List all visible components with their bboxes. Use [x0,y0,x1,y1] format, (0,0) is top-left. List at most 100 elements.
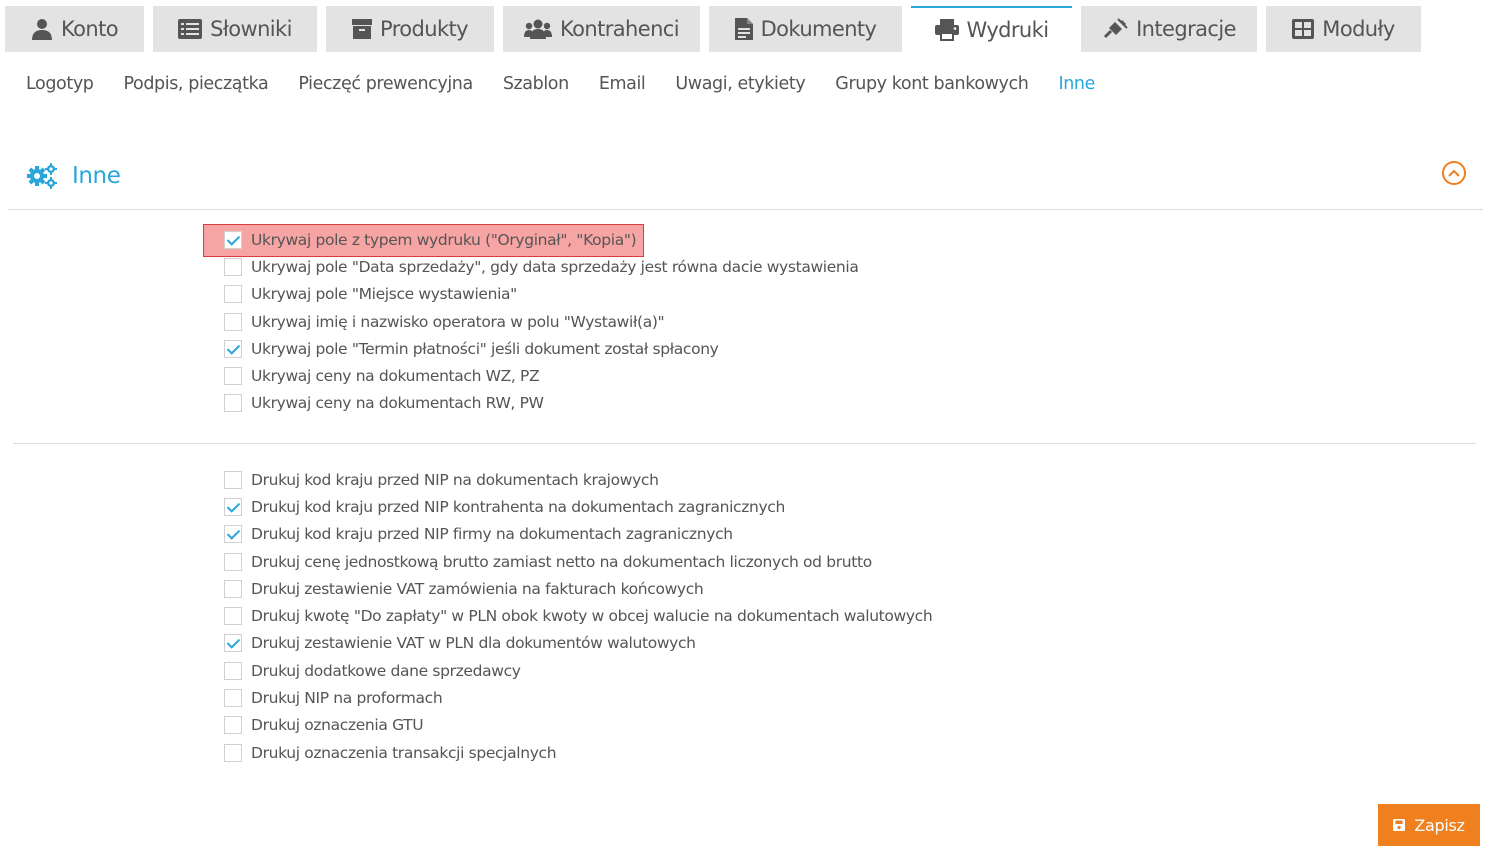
gears-icon [27,163,57,189]
sub-navigation: Logotyp Podpis, pieczątka Pieczęć prewen… [26,74,1125,102]
option-row[interactable]: Drukuj oznaczenia GTU [224,712,932,739]
tab-wydruki[interactable]: Wydruki [911,6,1072,52]
subnav-szablon[interactable]: Szablon [503,74,569,102]
subnav-email[interactable]: Email [599,74,646,102]
users-icon [524,19,553,39]
printer-icon [934,19,959,41]
option-label: Drukuj oznaczenia transakcji specjalnych [251,743,557,762]
option-row[interactable]: Ukrywaj pole z typem wydruku ("Oryginał"… [224,226,859,253]
option-label: Ukrywaj imię i nazwisko operatora w polu… [251,312,665,331]
option-row[interactable]: Drukuj NIP na proformach [224,684,932,711]
option-label: Drukuj kod kraju przed NIP firmy na doku… [251,525,733,544]
list-icon [178,19,203,39]
option-label: Ukrywaj ceny na dokumentach RW, PW [251,394,544,413]
subnav-logotyp[interactable]: Logotyp [26,74,94,102]
checkbox[interactable] [224,661,242,680]
checkbox[interactable] [224,716,242,735]
document-icon [734,18,753,40]
option-row[interactable]: Drukuj dodatkowe dane sprzedawcy [224,657,932,684]
tab-dokumenty[interactable]: Dokumenty [709,6,902,52]
option-label: Drukuj kwotę "Do zapłaty" w PLN obok kwo… [251,607,933,626]
checkbox[interactable] [224,285,242,304]
chevron-up-icon [1448,169,1460,177]
save-button-label: Zapisz [1414,815,1465,835]
checkbox[interactable] [224,634,242,653]
section-divider [8,209,1483,210]
option-row[interactable]: Drukuj kwotę "Do zapłaty" w PLN obok kwo… [224,602,933,629]
option-label: Drukuj oznaczenia GTU [251,716,424,735]
tab-label: Dokumenty [760,17,877,41]
subnav-grupy-kont-bankowych[interactable]: Grupy kont bankowych [835,74,1029,102]
option-label: Drukuj kod kraju przed NIP kontrahenta n… [251,497,785,516]
checkbox[interactable] [224,230,242,249]
checkbox[interactable] [224,525,242,544]
option-label: Ukrywaj pole "Data sprzedaży", gdy data … [251,257,859,276]
option-label: Ukrywaj pole "Miejsce wystawienia" [251,285,517,304]
tab-label: Kontrahenci [560,17,680,41]
option-row[interactable]: Drukuj kod kraju przed NIP kontrahenta n… [224,493,932,520]
checkbox[interactable] [224,607,242,626]
tab-konto[interactable]: Konto [5,6,144,52]
grid-icon [1292,19,1315,39]
floppy-icon [1393,819,1406,831]
option-label: Drukuj cenę jednostkową brutto zamiast n… [251,552,872,571]
option-label: Ukrywaj pole z typem wydruku ("Oryginał"… [251,230,637,249]
tab-kontrahenci[interactable]: Kontrahenci [503,6,700,52]
save-button[interactable]: Zapisz [1378,804,1480,846]
checkbox[interactable] [224,339,242,358]
option-row[interactable]: Drukuj cenę jednostkową brutto zamiast n… [224,548,932,575]
option-row[interactable]: Drukuj zestawienie VAT w PLN dla dokumen… [224,630,932,657]
checkbox[interactable] [224,394,242,413]
group-divider [13,443,1476,444]
subnav-inne[interactable]: Inne [1058,74,1095,102]
tab-slowniki[interactable]: Słowniki [153,6,317,52]
checkbox[interactable] [224,470,242,489]
options-group-hide: Ukrywaj pole z typem wydruku ("Oryginał"… [224,226,859,417]
checkbox[interactable] [224,497,242,516]
plug-icon [1104,18,1128,39]
user-icon [32,19,53,40]
option-label: Drukuj NIP na proformach [251,689,443,708]
subnav-podpis-pieczatka[interactable]: Podpis, pieczątka [124,74,269,102]
tab-label: Konto [61,17,119,41]
option-label: Ukrywaj ceny na dokumentach WZ, PZ [251,367,540,386]
checkbox[interactable] [224,689,242,708]
top-tabs: Konto Słowniki Produkty Kontrahenci Doku… [0,0,1507,54]
option-row[interactable]: Drukuj zestawienie VAT zamówienia na fak… [224,575,932,602]
option-row[interactable]: Ukrywaj pole "Miejsce wystawienia" [224,281,859,308]
tab-label: Wydruki [966,18,1050,42]
checkbox[interactable] [224,367,242,386]
checkbox[interactable] [224,552,242,571]
option-row[interactable]: Ukrywaj imię i nazwisko operatora w polu… [224,308,859,335]
option-row[interactable]: Ukrywaj pole "Termin płatności" jeśli do… [224,335,859,362]
option-row[interactable]: Ukrywaj pole "Data sprzedaży", gdy data … [224,253,859,280]
tab-label: Produkty [380,17,469,41]
tab-moduly[interactable]: Moduły [1266,6,1421,52]
option-row[interactable]: Drukuj oznaczenia transakcji specjalnych [224,739,932,766]
subnav-pieczec-prewencyjna[interactable]: Pieczęć prewencyjna [298,74,473,102]
collapse-button[interactable] [1442,161,1466,185]
tab-label: Słowniki [210,17,292,41]
tab-label: Integracje [1136,17,1236,41]
option-label: Drukuj dodatkowe dane sprzedawcy [251,661,521,680]
option-row[interactable]: Ukrywaj ceny na dokumentach WZ, PZ [224,362,859,389]
section-title: Inne [72,163,121,189]
checkbox[interactable] [224,257,242,276]
option-label: Drukuj zestawienie VAT w PLN dla dokumen… [251,634,696,653]
section-header: Inne [26,158,121,194]
tab-integracje[interactable]: Integracje [1081,6,1257,52]
option-row[interactable]: Ukrywaj ceny na dokumentach RW, PW [224,390,859,417]
checkbox[interactable] [224,579,242,598]
subnav-uwagi-etykiety[interactable]: Uwagi, etykiety [675,74,805,102]
option-row[interactable]: Drukuj kod kraju przed NIP na dokumentac… [224,466,932,493]
option-label: Drukuj kod kraju przed NIP na dokumentac… [251,470,659,489]
tab-produkty[interactable]: Produkty [326,6,494,52]
checkbox[interactable] [224,312,242,331]
checkbox[interactable] [224,743,242,762]
option-label: Drukuj zestawienie VAT zamówienia na fak… [251,579,704,598]
tab-label: Moduły [1322,17,1395,41]
options-group-print: Drukuj kod kraju przed NIP na dokumentac… [224,466,933,766]
box-icon [352,19,372,39]
option-row[interactable]: Drukuj kod kraju przed NIP firmy na doku… [224,521,932,548]
option-label: Ukrywaj pole "Termin płatności" jeśli do… [251,339,719,358]
